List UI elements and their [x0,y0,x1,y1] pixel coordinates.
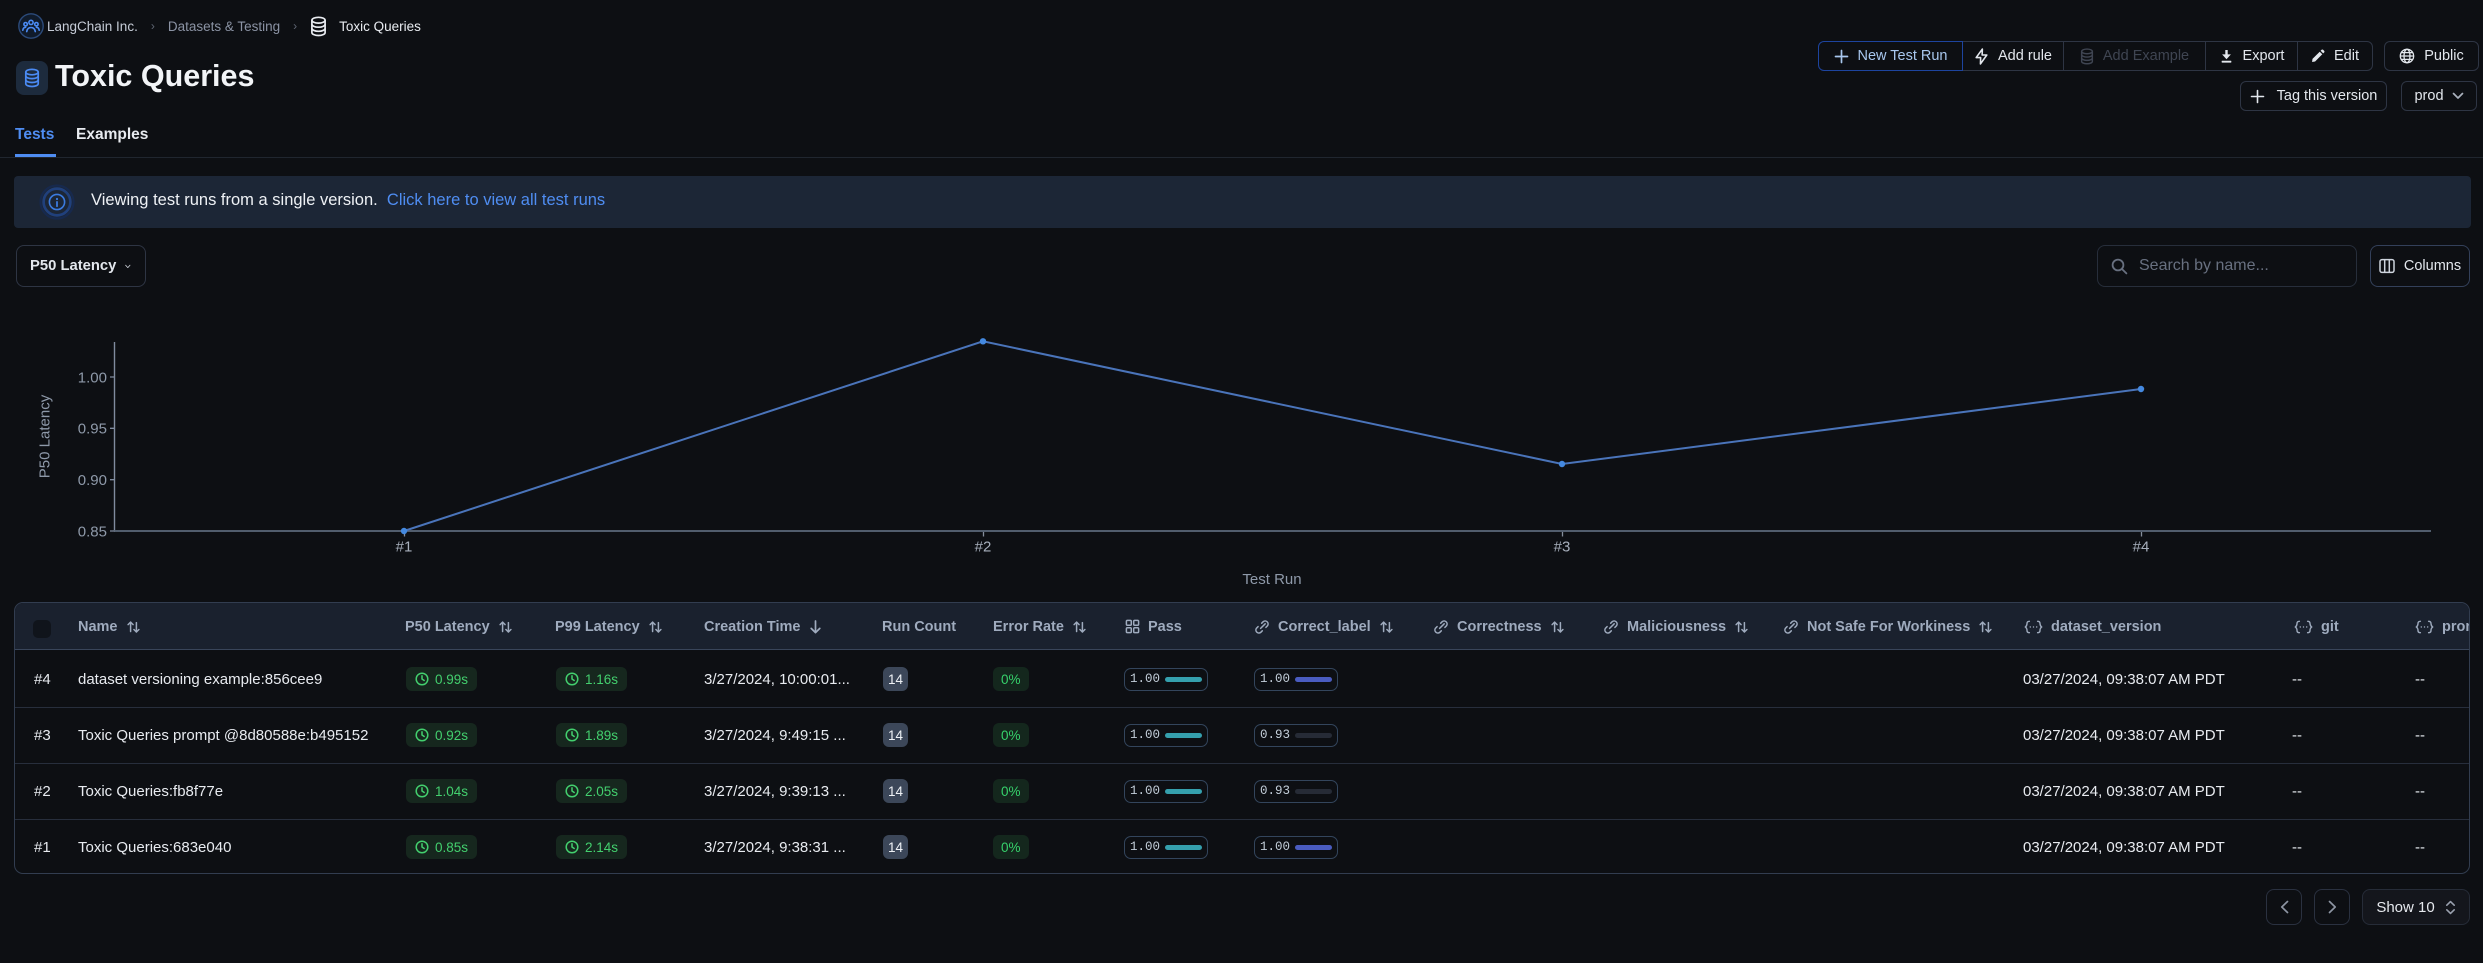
svg-text:#4: #4 [2133,539,2150,556]
svg-text:#1: #1 [396,539,413,556]
svg-text:#3: #3 [1554,539,1571,556]
svg-text:0.90: 0.90 [78,472,107,489]
svg-text:0.85: 0.85 [78,523,107,540]
svg-text:1.00: 1.00 [78,369,107,386]
svg-text:#2: #2 [975,539,992,556]
svg-text:0.95: 0.95 [78,421,107,438]
